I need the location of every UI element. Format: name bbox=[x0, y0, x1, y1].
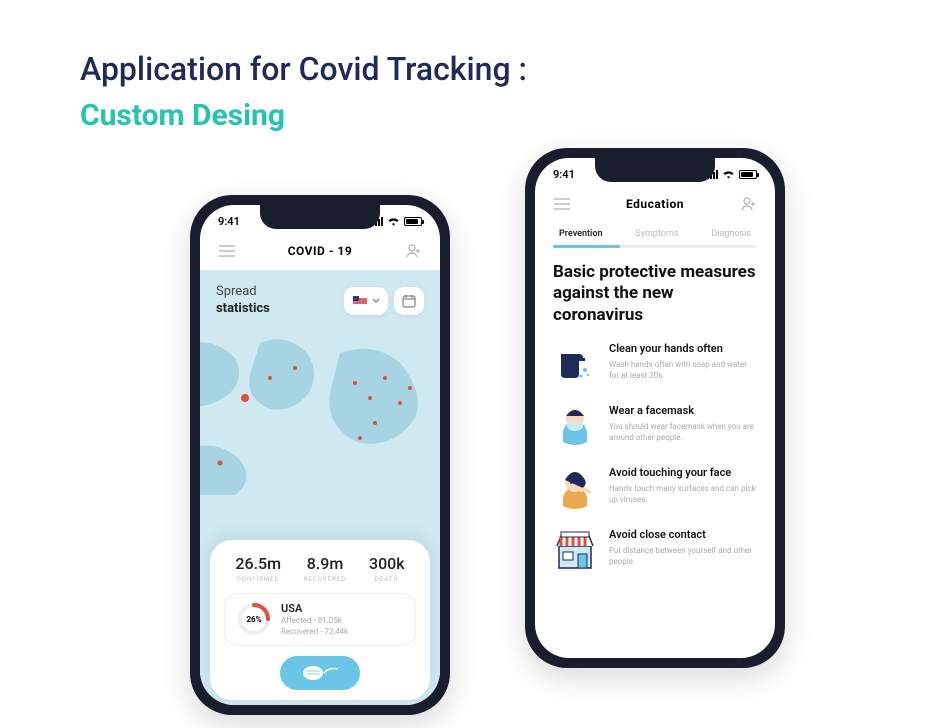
calendar-icon bbox=[402, 294, 416, 308]
calendar-button[interactable] bbox=[394, 287, 424, 315]
edu-item-face[interactable]: Avoid touching your face Hands touch man… bbox=[553, 466, 757, 510]
stats-card: 26.5m CONFIRMED 8.9m RECOVERED 300k DEAT… bbox=[210, 540, 430, 700]
country-name: USA bbox=[281, 602, 348, 615]
progress-fill bbox=[553, 245, 620, 248]
country-recovered: Recovered - 72,44k bbox=[281, 626, 348, 637]
country-picker[interactable] bbox=[344, 287, 388, 315]
country-affected: Affected - 81.05k bbox=[281, 615, 348, 626]
menu-icon[interactable] bbox=[551, 193, 573, 215]
flag-us-icon bbox=[352, 293, 368, 309]
wifi-icon bbox=[387, 217, 400, 226]
stat-recovered: 8.9m RECOVERED bbox=[304, 554, 346, 583]
user-icon[interactable] bbox=[737, 193, 759, 215]
heading-subtitle: Custom Desing bbox=[80, 98, 527, 133]
status-time: 9:41 bbox=[218, 215, 240, 228]
status-time: 9:41 bbox=[553, 168, 575, 181]
phone-notch bbox=[595, 158, 715, 182]
tab-symptoms[interactable]: Symptoms bbox=[635, 229, 678, 239]
phone-mockup-stats: 9:41 COVID - 19 Spread statistics bbox=[190, 195, 450, 715]
battery-icon bbox=[404, 217, 422, 226]
progress-bar bbox=[553, 245, 757, 248]
stat-confirmed: 26.5m CONFIRMED bbox=[235, 554, 281, 583]
wash-hands-icon bbox=[553, 342, 597, 386]
wifi-icon bbox=[722, 170, 735, 179]
phone-notch bbox=[260, 205, 380, 229]
education-title: Basic protective measures against the ne… bbox=[553, 262, 757, 326]
battery-icon bbox=[739, 170, 757, 179]
mask-button[interactable] bbox=[280, 656, 360, 690]
page-heading: Application for Covid Tracking : Custom … bbox=[80, 50, 527, 133]
tab-diagnosis[interactable]: Diagnosis bbox=[711, 229, 751, 239]
avoid-face-icon bbox=[553, 466, 597, 510]
app-title: COVID - 19 bbox=[288, 244, 353, 258]
stat-death: 300k DEATH bbox=[369, 554, 405, 583]
facemask-icon bbox=[553, 404, 597, 448]
country-card[interactable]: 26% USA Affected - 81.05k Recovered - 72… bbox=[224, 593, 416, 646]
edu-item-distance[interactable]: Avoid close contact Put distance between… bbox=[553, 528, 757, 572]
heading-title: Application for Covid Tracking : bbox=[80, 50, 527, 88]
chevron-down-icon bbox=[372, 298, 380, 303]
progress-ring: 26% bbox=[237, 602, 271, 636]
app-bar: COVID - 19 bbox=[200, 232, 440, 270]
world-map[interactable] bbox=[200, 328, 440, 498]
tabs: Prevention Symptoms Diagnosis bbox=[553, 223, 757, 245]
app-title: Education bbox=[626, 197, 684, 211]
market-icon bbox=[553, 528, 597, 572]
user-icon[interactable] bbox=[402, 240, 424, 262]
phone-mockup-education: 9:41 Education Prevention Symptoms Diagn… bbox=[525, 148, 785, 668]
spread-title: Spread statistics bbox=[216, 284, 270, 318]
mask-icon bbox=[300, 663, 340, 683]
menu-icon[interactable] bbox=[216, 240, 238, 262]
tab-prevention[interactable]: Prevention bbox=[559, 229, 603, 239]
edu-item-wash[interactable]: Clean your hands often Wash hands often … bbox=[553, 342, 757, 386]
edu-item-mask[interactable]: Wear a facemask You should wear facemask… bbox=[553, 404, 757, 448]
app-bar: Education bbox=[535, 185, 775, 223]
